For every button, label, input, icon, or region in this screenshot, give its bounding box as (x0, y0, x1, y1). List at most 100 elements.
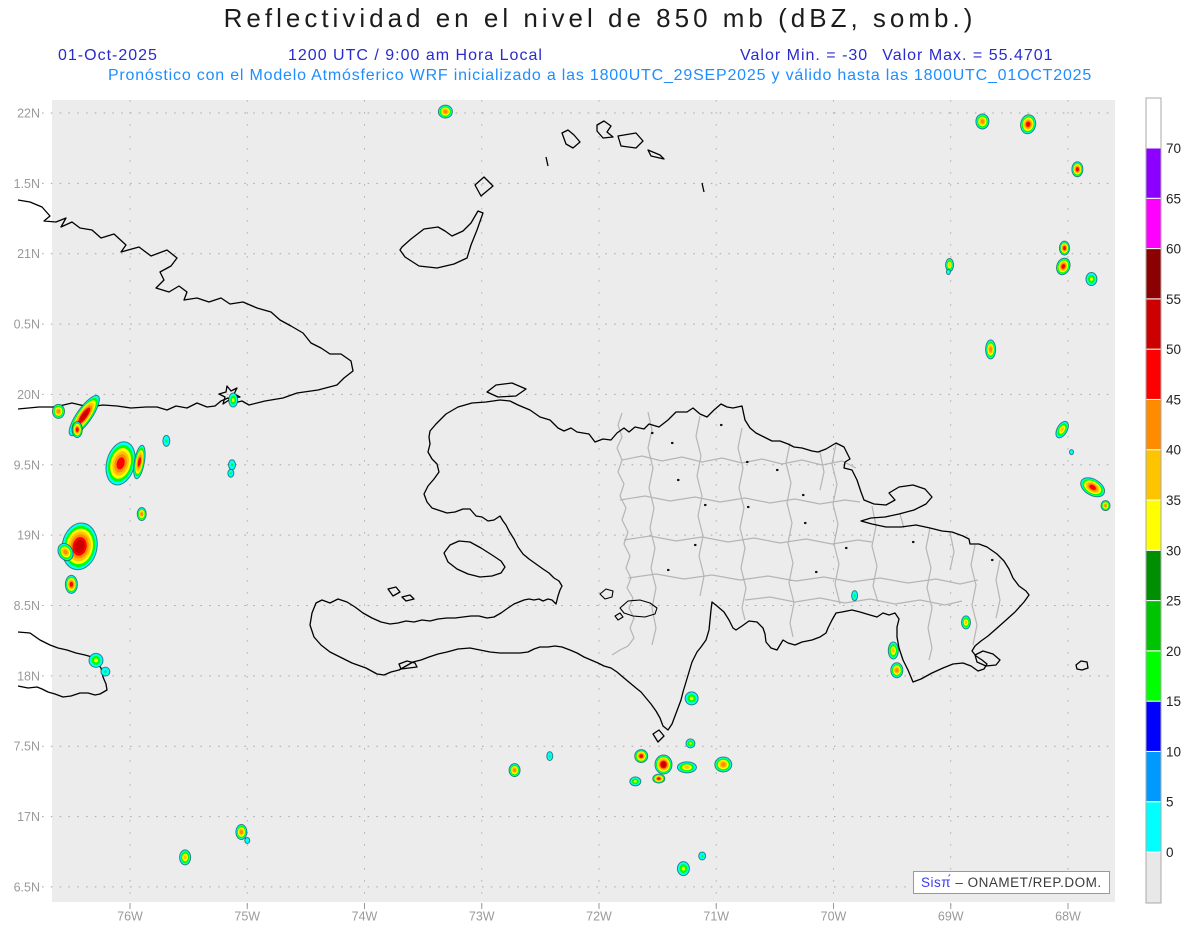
echo-band (75, 427, 79, 432)
colorbar-under-segment (1145, 851, 1162, 904)
x-axis-label: 70W (821, 910, 847, 924)
branding-pi-logo: π́ (941, 875, 952, 890)
echo-cell (546, 751, 554, 762)
y-axis-label: 1.5N (14, 177, 40, 191)
echo-cell (890, 662, 904, 679)
echo-band (1063, 246, 1066, 251)
x-axis-label: 74W (352, 910, 378, 924)
colorbar-segment (1145, 298, 1162, 350)
map-plot: 22N 1.5N 21N 0.5N 20N 9.5N 19N 8.5N 18N 7.5N 17N 6.… (14, 97, 1181, 924)
colorbar-tick-label: 55 (1166, 292, 1181, 307)
echo-band (1104, 504, 1107, 507)
echo-cell (1069, 449, 1075, 456)
echo-cell (685, 738, 696, 749)
colorbar-segment (1145, 348, 1162, 400)
echo-cell (1085, 272, 1098, 287)
echo-cell (634, 749, 649, 764)
echo-cell (228, 392, 239, 408)
plot-background (52, 100, 1115, 902)
echo-band (948, 263, 951, 267)
echo-band (183, 855, 187, 860)
echo-cell (887, 641, 899, 660)
colorbar-segment (1145, 750, 1162, 803)
echo-band (231, 463, 233, 467)
echo-cell (244, 836, 251, 844)
echo-cell (1071, 161, 1084, 178)
echo-band (229, 472, 232, 475)
colorbar-segment (1145, 549, 1162, 602)
echo-band (657, 777, 661, 780)
echo-cell (654, 754, 673, 775)
colorbar-tick-label: 35 (1166, 493, 1181, 508)
echo-band (239, 829, 243, 835)
branding-box: Sisπ́ – ONAMET/REP.DOM. (913, 871, 1110, 894)
y-axis-label: 6.5N (14, 880, 40, 894)
echo-band (140, 512, 143, 516)
echo-band (94, 658, 98, 663)
echo-cell (71, 421, 83, 439)
echo-band (701, 854, 704, 858)
weather-map-page: Reflectividad en el nivel de 850 mb (dBZ… (0, 0, 1200, 927)
echo-band (244, 836, 251, 844)
echo-cell (652, 773, 666, 784)
colorbar-segment (1145, 449, 1162, 501)
y-axis-label: 22N (17, 107, 40, 121)
x-axis-label: 69W (938, 910, 964, 924)
echo-band (720, 762, 726, 767)
colorbar-segment (1145, 600, 1162, 652)
colorbar-segment (1145, 248, 1162, 300)
y-axis-label: 18N (17, 669, 40, 683)
echo-cell (1058, 240, 1070, 256)
echo-band (689, 742, 692, 745)
colorbar-segment (1145, 650, 1162, 702)
echo-band (980, 119, 985, 124)
branding-sis: Sis (921, 875, 942, 890)
colorbar-tick-label: 10 (1166, 744, 1181, 759)
colorbar-tick-label: 30 (1166, 543, 1181, 558)
echo-band (989, 346, 993, 353)
echo-cell (51, 403, 65, 419)
echo-cell (228, 459, 237, 471)
y-axis-label: 7.5N (14, 740, 40, 754)
colorbar-tick-label: 15 (1166, 694, 1181, 709)
colorbar-tick-label: 50 (1166, 342, 1181, 357)
y-axis-label: 8.5N (14, 599, 40, 613)
echo-band (853, 594, 856, 598)
colorbar-tick-label: 20 (1166, 644, 1181, 659)
echo-band (689, 696, 694, 701)
echo-cell (629, 776, 642, 787)
colorbar-over-segment (1145, 97, 1162, 149)
echo-band (165, 439, 168, 443)
echo-cell (235, 824, 248, 841)
echo-cell (64, 574, 78, 594)
colorbar-tick-label: 5 (1166, 795, 1174, 810)
colorbar-segment (1145, 801, 1162, 853)
y-axis-label: 20N (17, 388, 40, 402)
colorbar-segment (1145, 398, 1162, 451)
echo-cell (437, 104, 453, 119)
echo-cell (162, 434, 171, 447)
echo-cell (88, 652, 104, 668)
colorbar-tick-label: 70 (1166, 141, 1181, 156)
colorbar: 0 5 10 15 20 25 30 35 40 45 50 55 60 65 70 (1145, 97, 1181, 904)
echo-cell (851, 590, 859, 602)
echo-band (945, 269, 951, 276)
echo-band (56, 409, 61, 414)
colorbar-tick-label: 45 (1166, 392, 1181, 407)
echo-cell (698, 851, 707, 861)
colorbar-tick-label: 65 (1166, 191, 1181, 206)
echo-cell (100, 666, 111, 677)
y-axis-label: 17N (17, 810, 40, 824)
x-axis-label: 73W (469, 910, 495, 924)
colorbar-segment (1145, 197, 1162, 250)
x-axis-label: 72W (586, 910, 612, 924)
colorbar-tick-label: 0 (1166, 845, 1174, 860)
y-axis-label: 19N (17, 529, 40, 543)
x-axis-label: 75W (234, 910, 260, 924)
colorbar-tick-label: 60 (1166, 242, 1181, 257)
echo-cell (508, 763, 521, 778)
echo-band (661, 761, 666, 768)
echo-cell (945, 269, 951, 276)
echo-cell (227, 468, 235, 478)
y-axis-label: 9.5N (14, 458, 40, 472)
